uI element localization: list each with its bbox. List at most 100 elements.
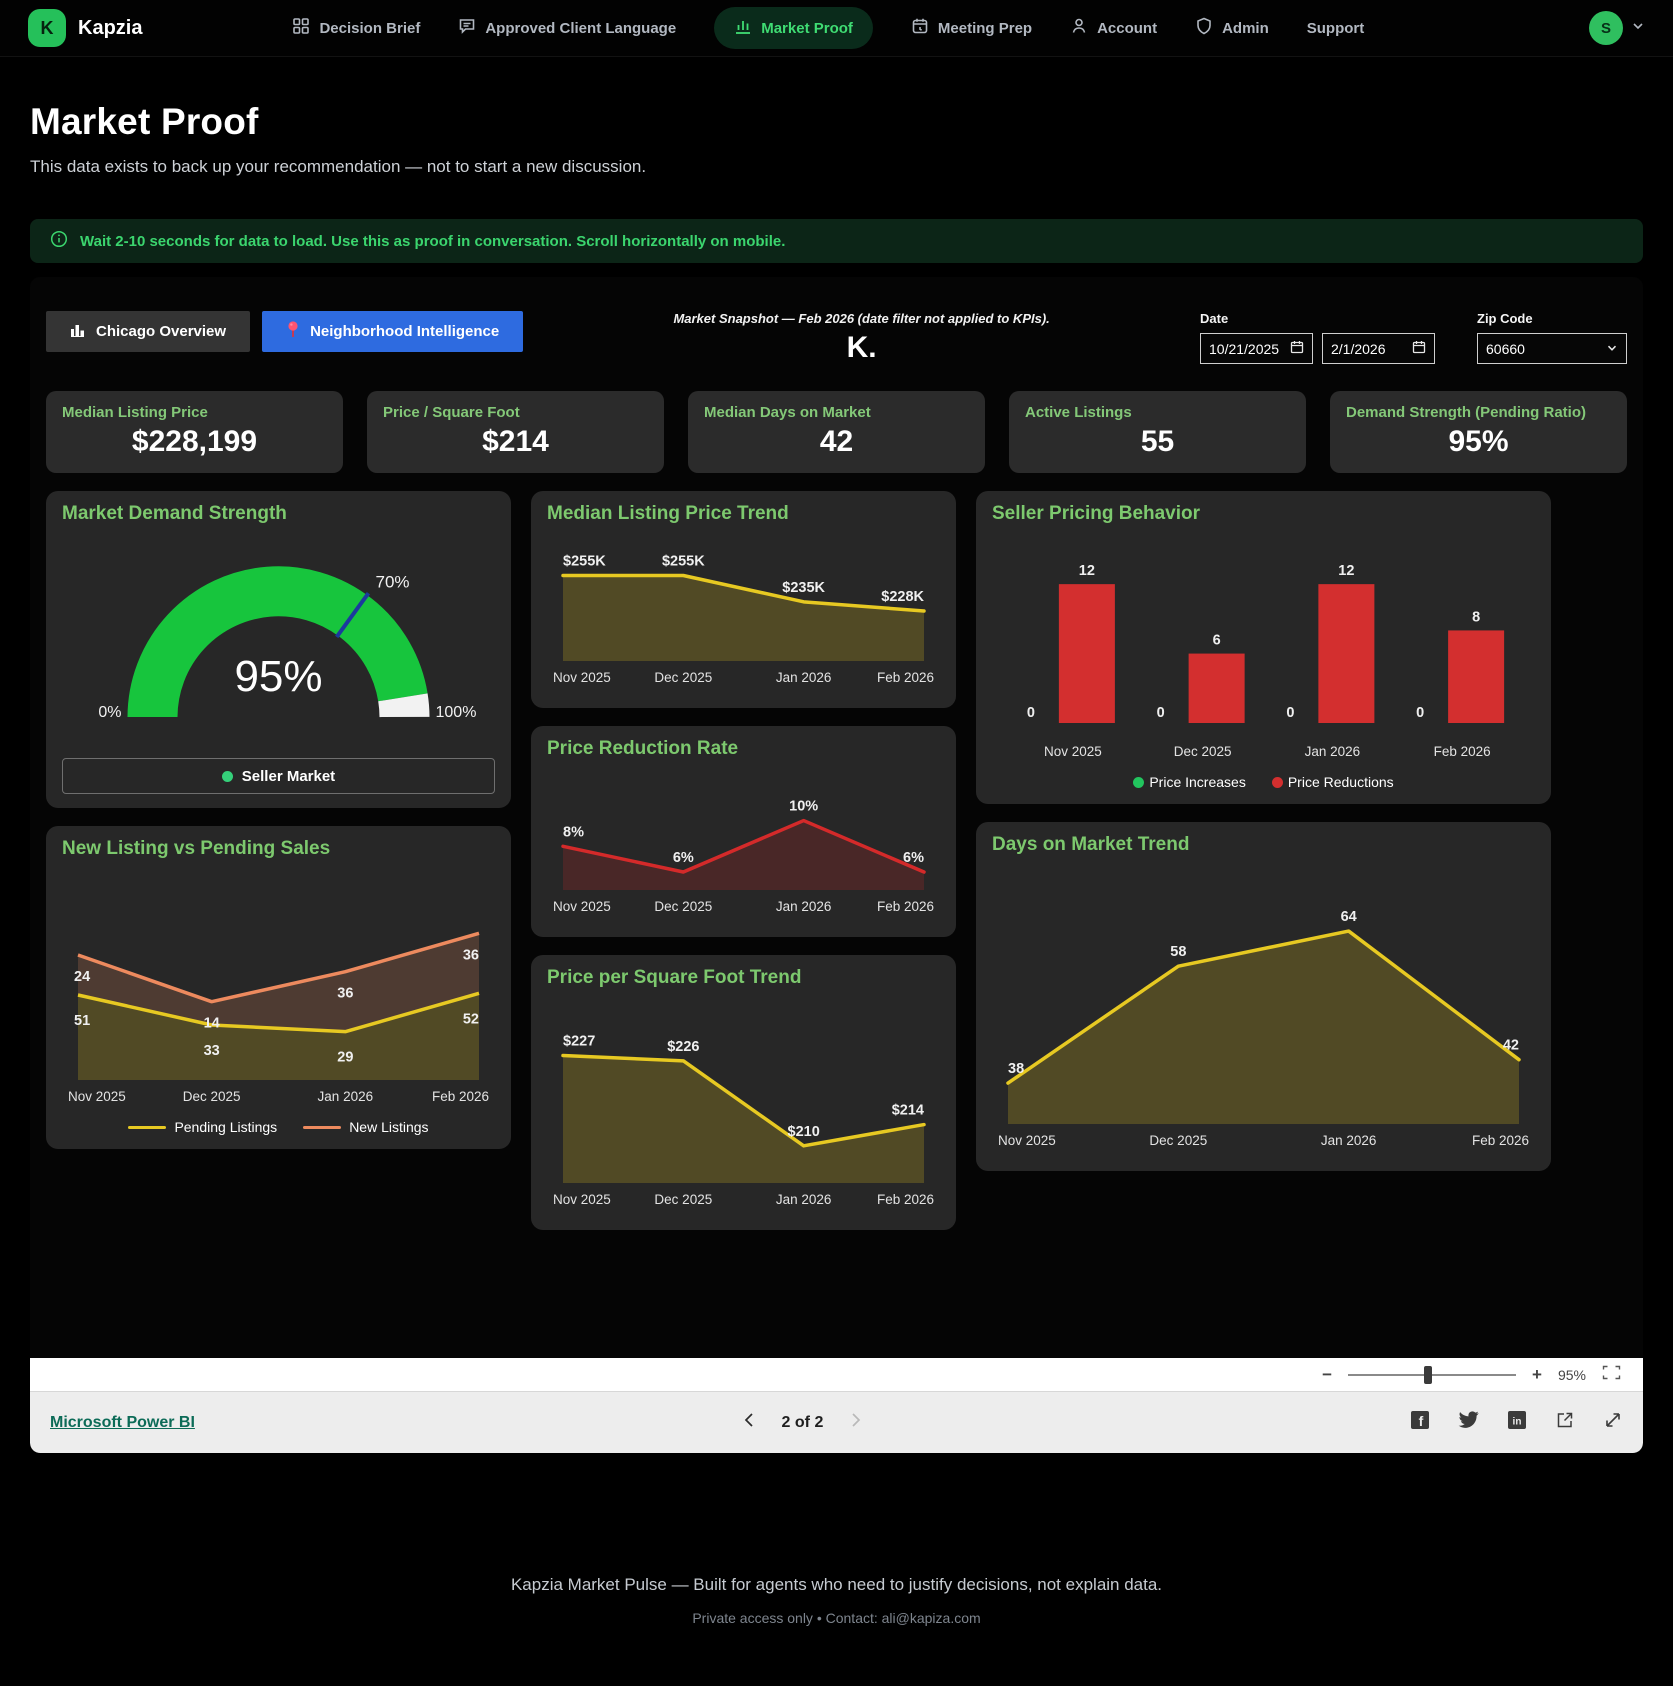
zero-value-label: 0: [1286, 705, 1294, 721]
brand[interactable]: K Kapzia: [28, 9, 142, 47]
gauge-legend: Seller Market: [62, 758, 495, 794]
x-axis-label: Feb 2026: [877, 1192, 934, 1207]
expand-icon[interactable]: [1603, 1410, 1623, 1435]
zoom-in-button[interactable]: +: [1532, 1365, 1542, 1385]
share-icon[interactable]: [1555, 1410, 1575, 1435]
kpi-median-listing-price: Median Listing Price $228,199: [46, 391, 343, 473]
x-axis-label: Dec 2025: [654, 1192, 712, 1207]
nav-item-label: Account: [1097, 19, 1158, 37]
report-tabs: Chicago Overview Neighborhood Intelligen…: [46, 311, 524, 352]
page-indicator: 2 of 2: [781, 1413, 824, 1431]
x-axis-label: Jan 2026: [776, 899, 832, 914]
page-title: Market Proof: [30, 101, 259, 142]
value-label: 52: [463, 1011, 479, 1027]
charts-col-1: Market Demand Strength 95% 0% 100% 70% Sell…: [46, 491, 511, 1149]
zoom-out-button[interactable]: −: [1322, 1365, 1332, 1385]
value-label: 6%: [673, 850, 694, 866]
footer-tagline: Kapzia Market Pulse — Built for agents w…: [510, 1575, 1163, 1594]
x-axis-label: Feb 2026: [432, 1089, 489, 1104]
nav-item-market-proof[interactable]: Market Proof: [714, 7, 873, 49]
value-label: 42: [1503, 1038, 1519, 1054]
nav-item-account[interactable]: Account: [1070, 17, 1157, 39]
nav-item-decision-brief[interactable]: Decision Brief: [292, 17, 420, 39]
snapshot-mark: K.: [846, 331, 877, 364]
kpi-value: $228,199: [131, 425, 258, 458]
value-label: $255K: [563, 554, 606, 570]
orange-line-swatch: [303, 1125, 342, 1129]
x-axis-label: Nov 2025: [1044, 744, 1102, 759]
avatar[interactable]: S: [1589, 11, 1623, 45]
powerbi-link[interactable]: Microsoft Power BI: [50, 1414, 195, 1432]
date-to-input[interactable]: 2/1/2026: [1322, 333, 1435, 364]
nav-item-admin[interactable]: Admin: [1195, 17, 1269, 39]
bar-value-label: 12: [1079, 563, 1095, 579]
brand-name: Kapzia: [78, 16, 143, 39]
tab-chicago-overview[interactable]: Chicago Overview: [46, 311, 251, 352]
prev-page-chevron[interactable]: [742, 1412, 756, 1433]
tab-label: Chicago Overview: [96, 323, 227, 340]
value-label: $226: [667, 1039, 699, 1055]
zoom-slider-handle[interactable]: [1423, 1365, 1432, 1384]
gauge-chart: 95% 0% 100% 70%: [98, 566, 477, 721]
grid-icon: [292, 17, 310, 39]
gauge-max-label: 100%: [436, 704, 477, 721]
value-label: $214: [892, 1103, 924, 1119]
reduction-rate-chart: 8% 6% 10% 6% Nov 2025 Dec 2025 Jan 2026 Feb 202…: [553, 799, 934, 914]
value-label: $210: [788, 1124, 820, 1140]
facebook-icon[interactable]: f: [1410, 1410, 1430, 1435]
twitter-icon[interactable]: [1458, 1411, 1479, 1434]
kpi-median-days-on-market: Median Days on Market 42: [688, 391, 985, 473]
zoom-slider[interactable]: [1348, 1365, 1517, 1384]
zip-filter-label: Zip Code: [1477, 311, 1533, 326]
green-dot: [1133, 776, 1145, 788]
new-vs-pending-chart: 24 14 36 36 51 33 29 52 Nov 2025 Dec 2025 Jan 2026…: [68, 931, 489, 1104]
banner-text: Wait 2-10 seconds for data to load. Use …: [80, 232, 786, 250]
nav-item-meeting-prep[interactable]: Meeting Prep: [911, 17, 1032, 39]
nav-item-label: Meeting Prep: [937, 19, 1033, 37]
value-label: 36: [337, 986, 353, 1002]
value-label: 33: [204, 1043, 220, 1059]
x-axis-label: Jan 2026: [1321, 1133, 1377, 1148]
next-page-chevron[interactable]: [849, 1412, 863, 1433]
kpi-label: Demand Strength (Pending Ratio): [1346, 404, 1586, 421]
seller-pricing-legend: Price Increases Price Reductions: [992, 774, 1535, 790]
kpi-row: Median Listing Price $228,199 Price / Sq…: [46, 391, 1627, 473]
date-filter-label: Date: [1200, 311, 1229, 326]
days-on-market-trend-card: Days on Market Trend 38 58 64 42 Nov 2025 Dec…: [976, 822, 1551, 1171]
dom-trend-chart: 38 58 64 42 Nov 2025 Dec 2025 Jan 2026 Feb 2026: [998, 909, 1529, 1148]
date-from-input[interactable]: 10/21/2025: [1200, 333, 1313, 364]
page-header: Market Proof This data exists to back up…: [0, 57, 1673, 177]
user-icon: [1070, 17, 1088, 39]
x-axis-label: Nov 2025: [553, 899, 611, 914]
bar-value-label: 6: [1213, 633, 1221, 649]
area-fill: [563, 820, 924, 890]
red-dot: [1271, 776, 1283, 788]
ppsf-chart: $227 $226 $210 $214 Nov 2025 Dec 2025 Jan 2026…: [553, 1034, 934, 1207]
gauge-min-label: 0%: [98, 704, 121, 721]
nav-user-menu[interactable]: S: [1589, 11, 1645, 45]
value-label: $228K: [881, 589, 924, 605]
legend-price-reductions: Price Reductions: [1271, 774, 1394, 790]
fit-to-page-icon[interactable]: [1602, 1365, 1621, 1385]
nav-item-support[interactable]: Support: [1307, 20, 1365, 37]
kpi-value: 55: [1140, 425, 1175, 458]
zip-select[interactable]: 60660: [1477, 333, 1627, 364]
x-axis-label: Feb 2026: [877, 899, 934, 914]
nav-item-approved-client-language[interactable]: Approved Client Language: [458, 17, 676, 39]
pin-icon: [286, 321, 300, 342]
tab-neighborhood-intelligence[interactable]: Neighborhood Intelligence: [262, 311, 524, 352]
area-fill: [563, 1055, 924, 1183]
city-icon: [70, 322, 86, 342]
price-reduction-bar: [1318, 584, 1375, 723]
nav-item-label: Market Proof: [761, 19, 853, 37]
shield-icon: [1195, 17, 1213, 39]
linkedin-icon[interactable]: in: [1507, 1410, 1527, 1435]
kpi-value: 42: [819, 425, 854, 458]
value-label: 64: [1341, 909, 1357, 925]
powerbi-embed: Chicago Overview Neighborhood Intelligen…: [30, 277, 1643, 1453]
page-footer: Kapzia Market Pulse — Built for agents w…: [0, 1575, 1673, 1686]
seller-pricing-chart: 0 12 Nov 2025 0 6 Dec 2025 0 12 Jan 2026 0 8 Feb 20…: [1027, 563, 1505, 759]
nav-item-label: Support: [1306, 19, 1365, 37]
zero-value-label: 0: [1416, 705, 1424, 721]
bar-value-label: 8: [1472, 609, 1480, 625]
